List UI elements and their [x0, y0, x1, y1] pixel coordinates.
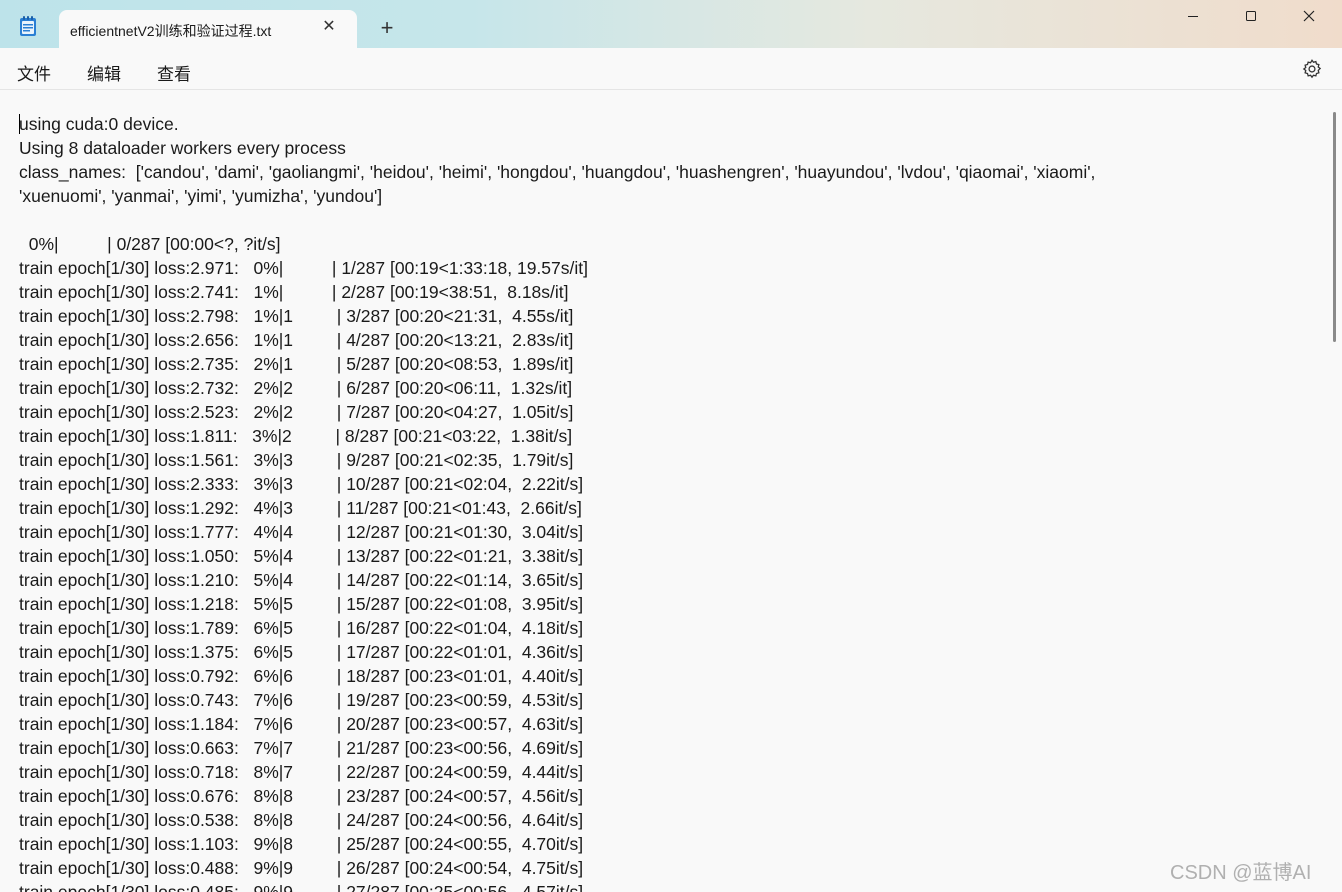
title-bar: efficientnetV2训练和验证过程.txt ✕ + — [0, 0, 1342, 48]
text-line: 0%| | 0/287 [00:00<?, ?it/s] — [19, 234, 281, 254]
text-line: train epoch[1/30] loss:1.103: 9%|8 | 25/… — [19, 834, 584, 854]
text-line: train epoch[1/30] loss:1.777: 4%|4 | 12/… — [19, 522, 584, 542]
text-line: train epoch[1/30] loss:0.792: 6%|6 | 18/… — [19, 666, 584, 686]
minimize-button[interactable] — [1164, 0, 1222, 32]
text-line: train epoch[1/30] loss:2.656: 1%|1 | 4/2… — [19, 330, 574, 350]
document-tab[interactable]: efficientnetV2训练和验证过程.txt ✕ — [59, 10, 357, 48]
text-line: train epoch[1/30] loss:0.485: 9%|9 | 27/… — [19, 882, 584, 892]
text-line: train epoch[1/30] loss:1.218: 5%|5 | 15/… — [19, 594, 584, 614]
menu-bar: 文件 编辑 查看 — [0, 48, 1342, 90]
text-line: train epoch[1/30] loss:2.732: 2%|2 | 6/2… — [19, 378, 573, 398]
text-line: using cuda:0 device. — [19, 114, 179, 134]
close-window-button[interactable] — [1280, 0, 1338, 32]
text-line: train epoch[1/30] loss:2.741: 1%| | 2/28… — [19, 282, 569, 302]
text-line: class_names: ['candou', 'dami', 'gaolian… — [19, 162, 1096, 182]
text-line: train epoch[1/30] loss:1.210: 5%|4 | 14/… — [19, 570, 584, 590]
text-editor[interactable]: using cuda:0 device. Using 8 dataloader w… — [0, 90, 1328, 892]
settings-gear-icon[interactable] — [1301, 58, 1323, 80]
text-line: train epoch[1/30] loss:0.743: 7%|6 | 19/… — [19, 690, 584, 710]
text-line: train epoch[1/30] loss:1.561: 3%|3 | 9/2… — [19, 450, 574, 470]
text-line: train epoch[1/30] loss:0.488: 9%|9 | 26/… — [19, 858, 584, 878]
notepad-icon — [20, 16, 36, 36]
vertical-scrollbar[interactable] — [1328, 90, 1342, 892]
new-tab-button[interactable]: + — [377, 17, 397, 39]
menu-edit[interactable]: 编辑 — [87, 60, 121, 85]
text-line: train epoch[1/30] loss:2.971: 0%| | 1/28… — [19, 258, 588, 278]
menu-file[interactable]: 文件 — [17, 60, 51, 85]
text-line: train epoch[1/30] loss:0.676: 8%|8 | 23/… — [19, 786, 584, 806]
maximize-button[interactable] — [1222, 0, 1280, 32]
editor-text[interactable]: using cuda:0 device. Using 8 dataloader w… — [19, 112, 1319, 892]
text-line: train epoch[1/30] loss:1.184: 7%|6 | 20/… — [19, 714, 584, 734]
text-line: train epoch[1/30] loss:2.735: 2%|1 | 5/2… — [19, 354, 574, 374]
watermark: CSDN @蓝博AI — [1170, 862, 1312, 884]
minimize-icon — [1188, 16, 1198, 17]
text-line: 'xuenuomi', 'yanmai', 'yimi', 'yumizha',… — [19, 186, 383, 206]
text-line: train epoch[1/30] loss:2.333: 3%|3 | 10/… — [19, 474, 584, 494]
maximize-icon — [1246, 11, 1256, 21]
text-line: train epoch[1/30] loss:1.050: 5%|4 | 13/… — [19, 546, 584, 566]
close-tab-icon[interactable]: ✕ — [321, 19, 337, 35]
text-line: train epoch[1/30] loss:1.789: 6%|5 | 16/… — [19, 618, 584, 638]
text-line: train epoch[1/30] loss:2.798: 1%|1 | 3/2… — [19, 306, 574, 326]
text-line: train epoch[1/30] loss:0.538: 8%|8 | 24/… — [19, 810, 584, 830]
text-line: train epoch[1/30] loss:1.375: 6%|5 | 17/… — [19, 642, 584, 662]
text-line: train epoch[1/30] loss:1.292: 4%|3 | 11/… — [19, 498, 582, 518]
text-line — [19, 208, 1319, 232]
close-icon — [1303, 10, 1315, 22]
text-line: train epoch[1/30] loss:1.811: 3%|2 | 8/2… — [19, 426, 573, 446]
text-line: train epoch[1/30] loss:2.523: 2%|2 | 7/2… — [19, 402, 574, 422]
text-line: Using 8 dataloader workers every process — [19, 138, 346, 158]
tab-title: efficientnetV2训练和验证过程.txt — [70, 23, 272, 39]
scrollbar-thumb[interactable] — [1333, 112, 1336, 342]
menu-view[interactable]: 查看 — [157, 60, 191, 85]
text-caret — [19, 114, 20, 134]
text-line: train epoch[1/30] loss:0.718: 8%|7 | 22/… — [19, 762, 584, 782]
text-line: train epoch[1/30] loss:0.663: 7%|7 | 21/… — [19, 738, 584, 758]
